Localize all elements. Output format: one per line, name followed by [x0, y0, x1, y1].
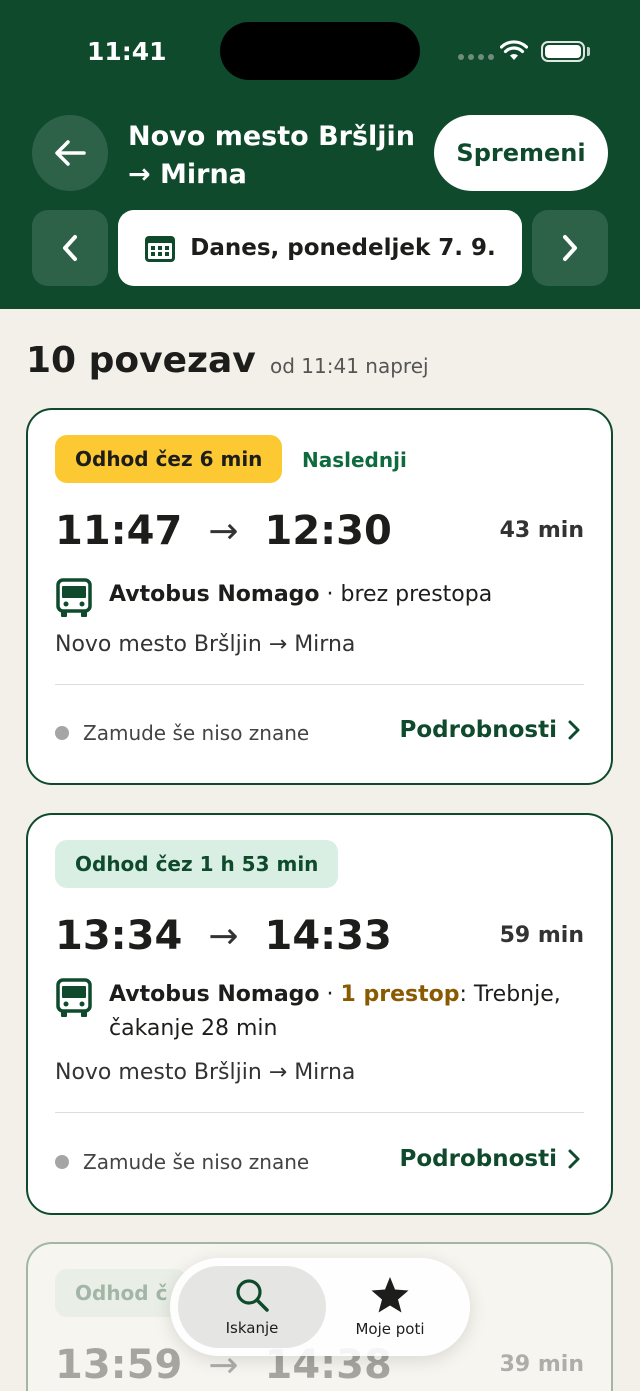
details-link[interactable]: Podrobnosti — [400, 1146, 581, 1172]
status-time: 11:41 — [87, 37, 167, 66]
delay-status: Zamude še niso znane — [55, 721, 309, 745]
divider — [55, 1112, 584, 1113]
operator-name: Avtobus Nomago — [109, 582, 320, 607]
chevron-right-icon — [568, 1149, 580, 1169]
previous-day-button[interactable] — [32, 210, 108, 286]
dynamic-island — [220, 22, 420, 80]
bus-info: Avtobus Nomago · 1 prestop: Trebnje, čak… — [109, 978, 584, 1046]
divider — [55, 684, 584, 685]
route-title-line2: → Mirna — [128, 159, 247, 190]
results-count: 10 povezav — [26, 340, 256, 381]
wifi-icon — [500, 40, 528, 60]
departure-badge: Odhod čez 6 min — [55, 435, 283, 483]
tab-bar: Iskanje Moje poti — [170, 1258, 470, 1356]
duration: 59 min — [499, 923, 584, 948]
star-icon — [371, 1277, 409, 1313]
transfer-count: 1 prestop — [340, 982, 460, 1007]
operator-name: Avtobus Nomago — [109, 982, 320, 1007]
status-dot-icon — [55, 1155, 69, 1169]
departure-time: 13:34 — [55, 913, 183, 959]
departure-badge: Odhod čez 1 h 53 min — [55, 840, 339, 888]
tab-my-routes-label: Moje poti — [355, 1320, 425, 1338]
chevron-right-icon — [568, 720, 580, 740]
header: 11:41 Novo mesto Bršljin → Mirna Spremen… — [0, 0, 640, 309]
stops: Novo mesto Bršljin → Mirna — [55, 1060, 356, 1085]
route-title: Novo mesto Bršljin → Mirna — [128, 118, 428, 194]
departure-badge: Odhod č — [55, 1269, 188, 1317]
delay-text: Zamude še niso znane — [83, 1150, 310, 1174]
date-selector[interactable]: Danes, ponedeljek 7. 9. — [118, 210, 522, 286]
connection-card[interactable]: Odhod čez 6 min Naslednji 11:47 → 12:30 … — [26, 408, 613, 785]
departure-time: 13:59 — [55, 1342, 183, 1388]
change-route-button[interactable]: Spremeni — [434, 115, 608, 191]
details-label: Podrobnosti — [399, 1146, 557, 1172]
status-dot-icon — [55, 726, 69, 740]
delay-text: Zamude še niso znane — [83, 721, 310, 745]
details-link[interactable]: Podrobnosti — [400, 717, 581, 743]
battery-icon — [541, 41, 585, 62]
tab-my-routes[interactable]: Moje poti — [316, 1266, 464, 1348]
details-label: Podrobnosti — [399, 717, 557, 743]
stops: Novo mesto Bršljin → Mirna — [55, 632, 356, 657]
times-row: 11:47 → 12:30 — [55, 508, 392, 554]
duration: 39 min — [499, 1352, 584, 1377]
date-label: Danes, ponedeljek 7. 9. — [190, 235, 496, 261]
chevron-left-icon — [63, 235, 77, 261]
delay-status: Zamude še niso znane — [55, 1150, 309, 1174]
bus-icon — [56, 578, 92, 617]
next-day-button[interactable] — [532, 210, 608, 286]
next-label: Naslednji — [302, 448, 407, 472]
tab-search-label: Iskanje — [225, 1319, 279, 1337]
back-button[interactable] — [32, 115, 108, 191]
arrow-left-icon — [55, 140, 86, 166]
arrival-time: 14:33 — [264, 913, 392, 959]
signal-icon — [458, 54, 494, 60]
duration: 43 min — [499, 518, 584, 543]
calendar-icon — [145, 236, 176, 262]
separator: · — [319, 982, 341, 1007]
bus-icon — [56, 978, 92, 1017]
connection-card[interactable]: Odhod čez 1 h 53 min 13:34 → 14:33 59 mi… — [26, 813, 613, 1215]
battery-tip — [587, 47, 590, 56]
bus-info: Avtobus Nomago · brez prestopa — [109, 578, 584, 612]
tab-search[interactable]: Iskanje — [178, 1266, 326, 1348]
arrow-right-icon: → — [208, 510, 239, 552]
arrow-right-icon: → — [208, 915, 239, 957]
results-subtitle: od 11:41 naprej — [270, 354, 429, 378]
transfer-info: · brez prestopa — [319, 582, 493, 607]
times-row: 13:34 → 14:33 — [55, 913, 392, 959]
chevron-right-icon — [563, 235, 577, 261]
arrival-time: 12:30 — [264, 508, 392, 554]
route-title-line1: Novo mesto Bršljin — [128, 121, 416, 152]
search-icon — [236, 1279, 269, 1312]
departure-time: 11:47 — [55, 508, 183, 554]
